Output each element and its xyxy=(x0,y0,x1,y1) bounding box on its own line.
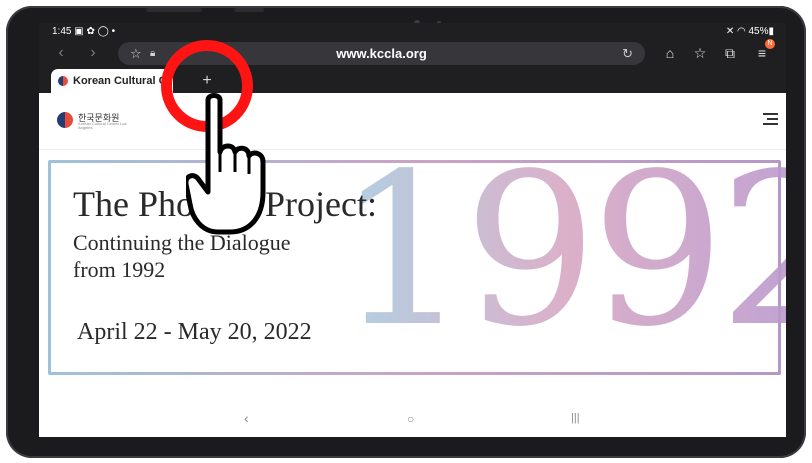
status-left: 1:45 ▣ ✿ ◯ • xyxy=(52,23,115,40)
menu-icon[interactable]: ≡ N xyxy=(751,39,775,64)
home-icon[interactable]: ⌂ xyxy=(659,42,681,64)
status-right: ✕ ◠ 45%▮ xyxy=(725,26,774,37)
tab-title: Korean Cultural C xyxy=(73,75,167,87)
android-nav-bar: ‹ ○ ||| xyxy=(39,406,786,437)
site-logo[interactable]: 한국문화원 Korean Cultural Center Los Angeles xyxy=(57,109,137,131)
status-time: 1:45 xyxy=(52,26,72,37)
power-button xyxy=(234,8,264,12)
nav-home-icon[interactable]: ○ xyxy=(407,412,414,426)
status-bar: 1:45 ▣ ✿ ◯ • ✕ ◠ 45%▮ xyxy=(39,23,786,40)
tab-strip: Korean Cultural C + xyxy=(39,67,786,93)
bookmarks-icon[interactable]: ☆ xyxy=(689,42,711,64)
nav-back-icon[interactable]: ‹ xyxy=(244,410,249,426)
back-icon[interactable]: ‹ xyxy=(51,42,71,64)
forward-icon[interactable]: › xyxy=(83,42,103,64)
tabs-icon[interactable]: ⧉ xyxy=(719,42,741,64)
menu-badge: N xyxy=(765,39,775,49)
logo-subtext: Korean Cultural Center Los Angeles xyxy=(78,121,127,130)
status-notification-icons: ▣ ✿ ◯ • xyxy=(74,26,116,37)
banner-subtitle-line2: from 1992 xyxy=(73,257,166,282)
tab-korean-cultural[interactable]: Korean Cultural C xyxy=(51,69,173,93)
browser-toolbar: ‹ › ☆ 🔒︎ www.kccla.org ↻ ⌂ ☆ ⧉ ≡ N xyxy=(39,39,786,67)
hamburger-menu-icon[interactable] xyxy=(763,113,778,125)
favicon xyxy=(58,76,68,86)
nav-recents-icon[interactable]: ||| xyxy=(571,412,580,424)
banner-year: 1992 xyxy=(336,141,786,361)
screen: 1:45 ▣ ✿ ◯ • ✕ ◠ 45%▮ ‹ › ☆ 🔒︎ www.kccla… xyxy=(39,23,786,437)
banner-dates: April 22 - May 20, 2022 xyxy=(77,319,312,345)
exhibition-banner[interactable]: 1992 The Phoenix Project: Continuing the… xyxy=(48,141,786,375)
pointing-hand-icon xyxy=(186,93,266,235)
taegeuk-logo-icon xyxy=(57,112,73,128)
reload-icon[interactable]: ↻ xyxy=(622,42,633,65)
volume-button xyxy=(146,8,202,12)
